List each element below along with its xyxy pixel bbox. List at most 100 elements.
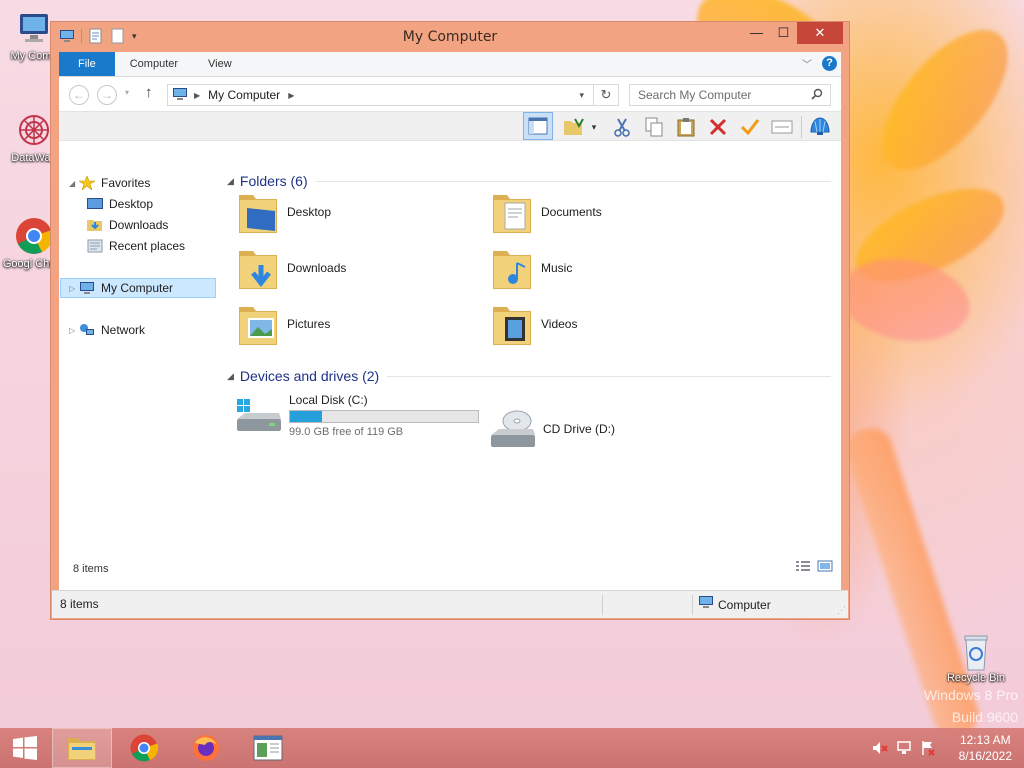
clock[interactable]: 12:13 AM 8/16/2022 bbox=[959, 732, 1012, 764]
rename-check-icon[interactable] bbox=[737, 115, 763, 139]
command-toolbar: ▾ bbox=[59, 111, 841, 141]
resize-grip-icon[interactable]: ⋰ bbox=[837, 605, 846, 616]
drive-label: CD Drive (D:) bbox=[543, 422, 615, 436]
folder-item-videos[interactable]: Videos bbox=[491, 301, 577, 347]
address-row: ← → ▾ ↑ ▶ My Computer ▶ ▾ ↻ Search My Co… bbox=[59, 77, 841, 111]
back-button[interactable]: ← bbox=[69, 85, 89, 105]
nav-favorites[interactable]: ◢ Favorites bbox=[69, 173, 150, 193]
folder-item-music[interactable]: Music bbox=[491, 245, 572, 291]
nav-label: Desktop bbox=[109, 197, 154, 211]
folder-label: Music bbox=[541, 261, 573, 275]
large-icons-view-icon[interactable] bbox=[817, 560, 833, 575]
pictures-folder-icon bbox=[237, 301, 279, 347]
minimize-button[interactable]: — bbox=[743, 22, 770, 44]
select-folder-icon[interactable] bbox=[561, 115, 587, 139]
nav-label: Network bbox=[101, 323, 146, 337]
window-title: My Computer bbox=[402, 29, 498, 45]
folders-group-header[interactable]: ◢ Folders (6) bbox=[227, 173, 831, 189]
status-bar: 8 items Computer ⋰ bbox=[52, 590, 848, 618]
collapse-arrow-icon[interactable]: ◢ bbox=[227, 176, 234, 187]
chevron-down-icon[interactable]: ▾ bbox=[587, 115, 601, 139]
cut-icon[interactable] bbox=[609, 115, 635, 139]
hard-drive-icon bbox=[235, 397, 283, 441]
firefox-icon bbox=[193, 735, 219, 761]
folder-item-downloads[interactable]: Downloads bbox=[237, 245, 346, 291]
taskbar-firefox[interactable] bbox=[176, 728, 236, 768]
expand-arrow-icon[interactable]: ▷ bbox=[69, 326, 79, 335]
delete-icon[interactable] bbox=[705, 115, 731, 139]
devices-group-header[interactable]: ◢ Devices and drives (2) bbox=[227, 368, 831, 384]
network-icon[interactable] bbox=[896, 740, 912, 759]
chevron-right-icon[interactable]: ▶ bbox=[288, 91, 294, 100]
help-icon[interactable]: ? bbox=[822, 56, 837, 71]
folder-label: Documents bbox=[541, 205, 602, 219]
folder-label: Desktop bbox=[287, 205, 332, 219]
nav-desktop[interactable]: Desktop bbox=[87, 194, 153, 214]
search-icon[interactable] bbox=[811, 88, 823, 103]
tab-view[interactable]: View bbox=[193, 52, 247, 76]
nav-recent-places[interactable]: Recent places bbox=[87, 236, 185, 256]
up-button[interactable]: ↑ bbox=[145, 84, 153, 101]
address-dropdown-icon[interactable]: ▾ bbox=[579, 90, 584, 101]
address-path[interactable]: My Computer bbox=[208, 88, 280, 102]
start-button[interactable] bbox=[0, 728, 50, 768]
chrome-icon bbox=[130, 734, 159, 762]
star-icon bbox=[77, 175, 97, 191]
folder-label: Videos bbox=[541, 317, 578, 331]
drive-item-cd-drive-d[interactable]: CD Drive (D:) bbox=[489, 407, 615, 451]
taskbar-app[interactable] bbox=[238, 728, 298, 768]
folder-item-desktop[interactable]: Desktop bbox=[237, 189, 331, 235]
window-body: File Computer View ﹀ ? ← → ▾ ↑ ▶ My Comp… bbox=[59, 52, 841, 611]
file-explorer-icon bbox=[68, 738, 96, 760]
maximize-button[interactable]: ☐ bbox=[770, 22, 797, 44]
drive-item-local-disk-c[interactable]: Local Disk (C:) 99.0 GB free of 119 GB bbox=[235, 393, 479, 441]
search-input[interactable]: Search My Computer bbox=[629, 84, 831, 106]
group-title: Folders (6) bbox=[239, 173, 308, 189]
nav-my-computer[interactable]: ▷ My Computer bbox=[60, 278, 216, 298]
folder-item-pictures[interactable]: Pictures bbox=[237, 301, 330, 347]
expand-ribbon-icon[interactable]: ﹀ bbox=[802, 56, 812, 71]
os-watermark: Windows 8 Pro Build 9600 bbox=[924, 684, 1018, 728]
taskbar: 12:13 AM 8/16/2022 bbox=[0, 728, 1024, 768]
item-count-label: 8 items bbox=[73, 563, 109, 575]
title-bar[interactable]: ▾ My Computer — ☐ ✕ bbox=[51, 22, 849, 52]
recent-locations-icon[interactable]: ▾ bbox=[125, 88, 129, 97]
chevron-right-icon[interactable]: ▶ bbox=[194, 91, 200, 100]
properties-icon[interactable] bbox=[769, 115, 795, 139]
computer-icon bbox=[14, 8, 54, 48]
tab-file[interactable]: File bbox=[59, 52, 115, 76]
view-switcher bbox=[795, 560, 833, 575]
folder-item-documents[interactable]: Documents bbox=[491, 189, 602, 235]
copy-icon[interactable] bbox=[641, 115, 667, 139]
preview-pane-button[interactable] bbox=[523, 112, 553, 140]
folder-label: Pictures bbox=[287, 317, 331, 331]
watermark-line-2: Build 9600 bbox=[951, 709, 1018, 725]
details-view-icon[interactable] bbox=[795, 560, 811, 575]
nav-label: My Computer bbox=[101, 281, 174, 295]
nav-network[interactable]: ▷ Network bbox=[69, 320, 145, 340]
downloads-folder-icon bbox=[87, 218, 103, 232]
paste-icon[interactable] bbox=[673, 115, 699, 139]
close-button[interactable]: ✕ bbox=[797, 22, 843, 44]
taskbar-file-explorer[interactable] bbox=[52, 728, 112, 768]
desktop-icon-recycle-bin[interactable]: Recycle Bin bbox=[943, 630, 1009, 685]
tab-computer[interactable]: Computer bbox=[115, 52, 193, 76]
expand-arrow-icon[interactable]: ▷ bbox=[69, 284, 79, 293]
group-title: Devices and drives (2) bbox=[239, 368, 380, 384]
refresh-button[interactable]: ↻ bbox=[593, 84, 619, 106]
shell-icon[interactable] bbox=[807, 115, 833, 139]
status-item-count: 8 items bbox=[60, 597, 99, 611]
action-center-icon[interactable] bbox=[920, 740, 936, 759]
address-bar[interactable]: ▶ My Computer ▶ ▾ bbox=[167, 84, 619, 106]
explorer-window: ▾ My Computer — ☐ ✕ File Computer View ﹀… bbox=[50, 21, 850, 620]
volume-muted-icon[interactable] bbox=[872, 740, 888, 759]
nav-downloads[interactable]: Downloads bbox=[87, 215, 168, 235]
collapse-arrow-icon[interactable]: ◢ bbox=[69, 179, 79, 188]
forward-button[interactable]: → bbox=[97, 85, 117, 105]
computer-icon bbox=[79, 281, 95, 295]
navigation-pane: ◢ Favorites Desktop Downloads Recent pla… bbox=[59, 173, 224, 581]
collapse-arrow-icon[interactable]: ◢ bbox=[227, 371, 234, 382]
window-controls: — ☐ ✕ bbox=[743, 22, 843, 44]
taskbar-chrome[interactable] bbox=[114, 728, 174, 768]
recycle-bin-icon bbox=[956, 630, 996, 671]
